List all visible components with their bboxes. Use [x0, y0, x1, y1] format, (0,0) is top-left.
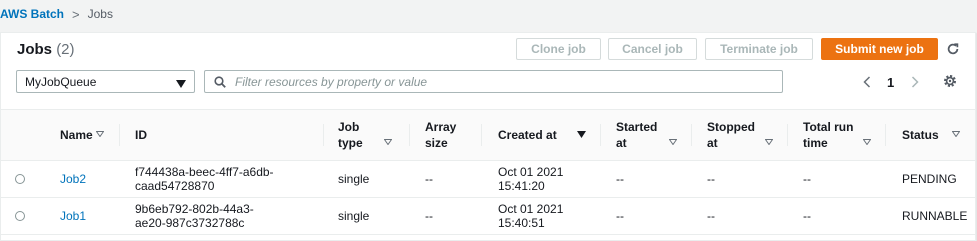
table-row[interactable]: Job1 9b6eb792-802b-44a3- ae20-987c373278…: [1, 198, 975, 235]
job-id: 9b6eb792-802b-44a3- ae20-987c3732788c: [135, 202, 254, 230]
column-job-type-line1: Job: [338, 120, 360, 134]
status-text: PENDING: [902, 172, 957, 186]
stopped-at: --: [707, 209, 715, 223]
created-date: Oct 01 2021: [498, 165, 564, 179]
column-divider: [119, 124, 120, 146]
table-header: Name ID Job type Array size Created at S…: [1, 109, 975, 161]
column-status[interactable]: Status: [902, 127, 939, 143]
job-type: single: [338, 172, 370, 186]
page-title-text: Jobs: [17, 41, 53, 58]
sort-icon[interactable]: [765, 139, 773, 145]
breadcrumb-current: Jobs: [87, 7, 113, 21]
row-select-radio[interactable]: [15, 211, 25, 221]
column-runtime-line2: time: [803, 136, 828, 150]
sort-icon[interactable]: [863, 139, 871, 145]
created-time: 15:41:20: [498, 179, 545, 193]
column-started-at[interactable]: Started at: [616, 119, 657, 151]
next-page-icon[interactable]: [911, 73, 919, 91]
row-select-radio[interactable]: [15, 174, 25, 184]
column-total-run-time[interactable]: Total run time: [803, 119, 853, 151]
job-name-link[interactable]: Job2: [60, 172, 86, 186]
column-started-line1: Started: [616, 120, 658, 134]
column-array-size: Array size: [425, 119, 456, 151]
column-divider: [600, 124, 601, 146]
gear-icon[interactable]: [942, 73, 960, 91]
sort-icon[interactable]: [96, 131, 104, 137]
sort-icon[interactable]: [952, 131, 960, 137]
column-array-line2: size: [425, 136, 448, 150]
breadcrumb-separator: >: [72, 6, 80, 22]
column-stopped-at[interactable]: Stopped at: [707, 119, 755, 151]
caret-down-icon: [176, 77, 186, 91]
column-divider: [323, 124, 324, 146]
search-input[interactable]: [233, 73, 782, 90]
refresh-icon[interactable]: [943, 39, 963, 59]
job-id-line2: ae20-987c3732788c: [135, 216, 245, 230]
job-type: single: [338, 209, 370, 223]
created-time: 15:40:51: [498, 216, 545, 230]
column-stopped-line1: Stopped: [707, 120, 755, 134]
table-row[interactable]: Job2 f744438a-beec-4ff7-a6db- caad547288…: [1, 161, 975, 198]
status-text: RUNNABLE: [902, 209, 968, 223]
sort-icon[interactable]: [384, 139, 392, 145]
page-number[interactable]: 1: [887, 73, 894, 91]
column-divider: [409, 124, 410, 146]
jobs-panel: Jobs (2) Clone job Cancel job Terminate …: [0, 32, 976, 241]
total-run-time: --: [803, 172, 811, 186]
column-created-at[interactable]: Created at: [498, 127, 557, 143]
column-started-line2: at: [616, 136, 627, 150]
search-field[interactable]: [204, 70, 783, 93]
column-id: ID: [135, 128, 147, 142]
job-queue-select[interactable]: MyJobQueue: [16, 70, 195, 93]
column-divider: [787, 124, 788, 146]
previous-page-icon[interactable]: [863, 73, 871, 91]
job-id-line2: caad54728870: [135, 179, 215, 193]
column-runtime-line1: Total run: [803, 120, 854, 134]
created-at: Oct 01 2021 15:41:20: [498, 165, 563, 193]
clone-job-button[interactable]: Clone job: [516, 38, 601, 60]
sort-icon[interactable]: [669, 139, 677, 145]
job-name-link[interactable]: Job1: [60, 209, 86, 223]
column-divider: [691, 124, 692, 146]
job-id-line1: f744438a-beec-4ff7-a6db-: [135, 165, 274, 179]
cancel-job-button[interactable]: Cancel job: [608, 38, 697, 60]
column-divider: [481, 124, 482, 146]
column-name[interactable]: Name: [60, 127, 93, 143]
array-size: --: [425, 209, 433, 223]
created-at: Oct 01 2021 15:40:51: [498, 202, 563, 230]
breadcrumb-aws-batch-link[interactable]: AWS Batch: [0, 7, 64, 21]
sort-descending-icon[interactable]: [577, 131, 586, 138]
search-icon: [214, 76, 226, 91]
breadcrumb: AWS Batch > Jobs: [0, 6, 113, 22]
total-run-time: --: [803, 209, 811, 223]
created-date: Oct 01 2021: [498, 202, 564, 216]
column-divider: [885, 124, 886, 146]
column-job-type[interactable]: Job type: [338, 119, 363, 151]
array-size: --: [425, 172, 433, 186]
started-at: --: [616, 172, 624, 186]
column-job-type-line2: type: [338, 136, 363, 150]
terminate-job-button[interactable]: Terminate job: [705, 38, 813, 60]
column-stopped-line2: at: [707, 136, 718, 150]
jobs-count: (2): [56, 41, 75, 58]
stopped-at: --: [707, 172, 715, 186]
started-at: --: [616, 209, 624, 223]
job-id-line1: 9b6eb792-802b-44a3-: [135, 202, 254, 216]
submit-new-job-button[interactable]: Submit new job: [821, 38, 938, 60]
column-array-line1: Array: [425, 120, 457, 134]
page-title: Jobs (2): [17, 41, 75, 58]
job-id: f744438a-beec-4ff7-a6db- caad54728870: [135, 165, 274, 193]
job-queue-selected: MyJobQueue: [25, 74, 97, 89]
